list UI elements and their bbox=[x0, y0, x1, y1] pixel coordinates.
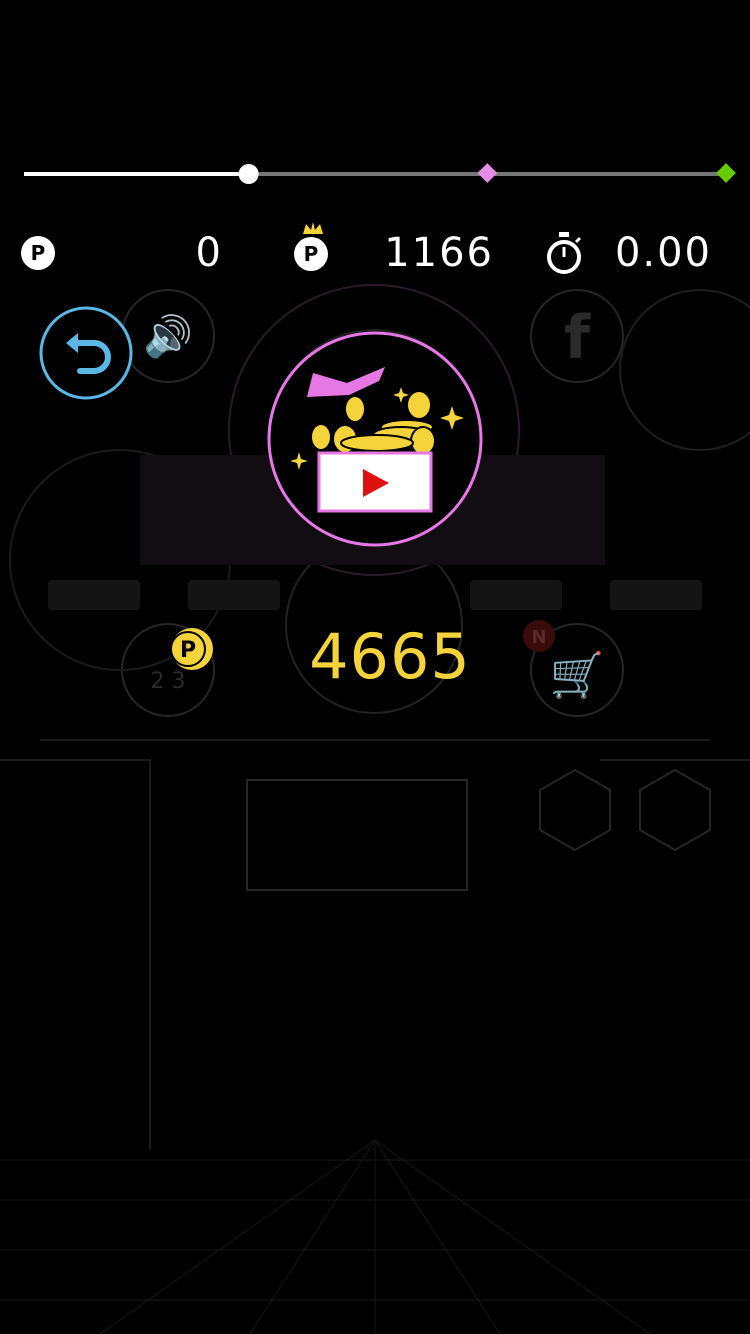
best-points-crown-icon: P bbox=[293, 220, 333, 276]
svg-text:P: P bbox=[304, 242, 319, 266]
reward-video-button[interactable] bbox=[267, 331, 483, 547]
progress-track bbox=[24, 163, 736, 184]
elapsed-time: 0.00 bbox=[614, 230, 712, 276]
checkpoint-marker bbox=[477, 163, 498, 183]
svg-text:P: P bbox=[180, 638, 196, 663]
coin-total: 4665 bbox=[309, 620, 471, 693]
gift-video-icon bbox=[267, 331, 483, 547]
current-points: 0 bbox=[195, 230, 223, 276]
svg-text:f: f bbox=[564, 303, 591, 373]
back-button[interactable] bbox=[38, 305, 134, 401]
point-coin-icon: P bbox=[21, 236, 55, 270]
goal-marker bbox=[716, 163, 736, 183]
coin-icon: P bbox=[170, 627, 214, 671]
svg-text:2 3: 2 3 bbox=[151, 669, 186, 694]
progress-bar bbox=[0, 0, 750, 200]
svg-text:🛒: 🛒 bbox=[550, 650, 605, 701]
svg-text:🔊: 🔊 bbox=[143, 312, 193, 360]
svg-text:N: N bbox=[531, 627, 546, 648]
progress-knob bbox=[238, 164, 259, 184]
undo-arrow-icon bbox=[39, 306, 133, 400]
best-points: 1166 bbox=[384, 230, 494, 276]
stopwatch-icon bbox=[545, 232, 585, 276]
